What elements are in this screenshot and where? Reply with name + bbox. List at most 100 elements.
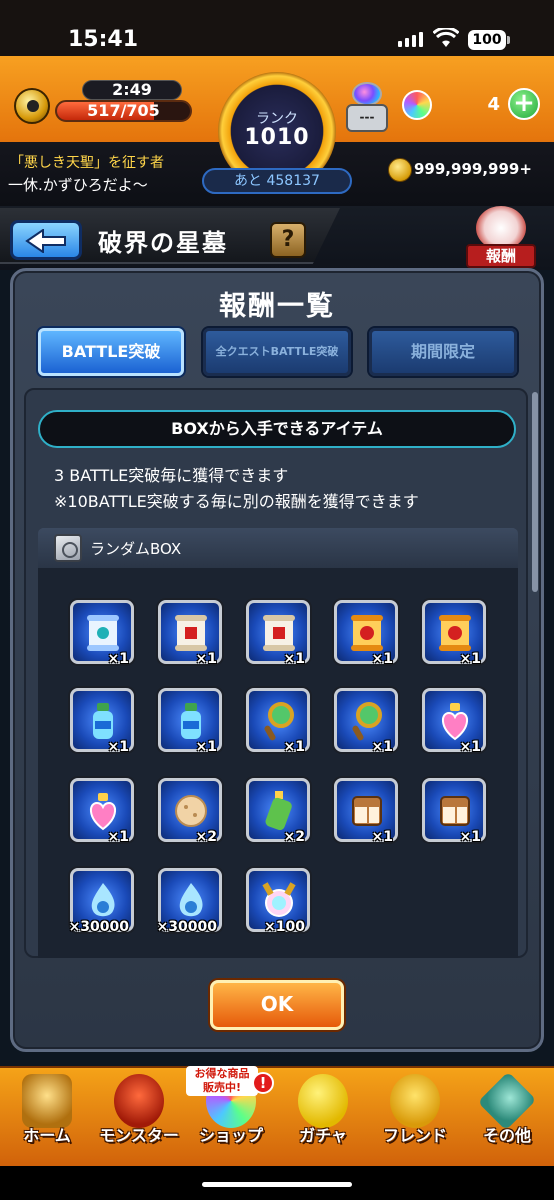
safe-box-icon [54, 534, 82, 562]
random-box-name: ランダムBOX [90, 540, 182, 558]
item-quantity: ×2 [283, 829, 305, 845]
orb-icon [402, 90, 432, 120]
nav-gacha-egg[interactable]: ガチャ [278, 1068, 368, 1162]
nav-label: ガチャ [299, 1126, 347, 1145]
nav-other[interactable]: その他 [462, 1068, 552, 1162]
item-quantity: ×1 [195, 739, 217, 755]
back-arrow-icon [25, 229, 66, 253]
potion-bottle-icon [93, 703, 113, 739]
ok-button[interactable]: OK [210, 980, 344, 1030]
tab-limited-time[interactable]: 期間限定 [369, 328, 517, 376]
nav-label: フレンド [382, 1126, 447, 1145]
item-quantity: ×1 [459, 739, 481, 755]
reward-item[interactable]: ×1 [246, 688, 310, 755]
home-indicator [0, 1166, 554, 1200]
reward-badge-label: 報酬 [466, 244, 536, 268]
stamina-value: 517/705 [87, 101, 160, 120]
dice-icon [440, 796, 470, 826]
potion-bottle-icon [181, 703, 201, 739]
reward-item[interactable]: ×1 [422, 600, 486, 667]
monster-icon [114, 1074, 164, 1128]
heart-potion-icon [90, 793, 116, 831]
back-button[interactable] [10, 220, 82, 260]
reward-description: 3 BATTLE突破毎に獲得できます [54, 466, 289, 485]
reward-item[interactable]: ×1 [158, 688, 222, 755]
reward-item[interactable]: ×1 [246, 600, 310, 667]
scroll-blue-icon [87, 615, 119, 651]
item-quantity: ×1 [107, 651, 129, 667]
home-icon [22, 1074, 72, 1128]
nav-friend[interactable]: フレンド [370, 1068, 460, 1162]
reward-item[interactable]: ×1 [422, 778, 486, 845]
stamina-bar[interactable]: 517/705 [55, 100, 192, 122]
scrollbar[interactable] [532, 392, 538, 592]
reward-item[interactable]: ×2 [246, 778, 310, 845]
heart-potion-icon [442, 703, 468, 741]
rank-value: 1010 [244, 125, 310, 150]
status-bar: 15:41 100 [0, 0, 554, 56]
reward-item[interactable]: ×1 [70, 688, 134, 755]
scroll-gold-icon [351, 615, 383, 651]
magnifier-icon [264, 702, 294, 741]
reward-item[interactable]: ×30000 [68, 868, 134, 935]
reward-item[interactable]: ×1 [158, 600, 222, 667]
alert-icon: ! [252, 1072, 274, 1094]
stamina-timer: 2:49 [82, 80, 182, 100]
nav-monster[interactable]: モンスター [94, 1068, 184, 1162]
coin-count: 999,999,999+ [414, 160, 532, 178]
gacha-egg-icon [298, 1074, 348, 1128]
item-quantity: ×1 [195, 651, 217, 667]
reward-item[interactable]: ×1 [70, 600, 134, 667]
reward-item[interactable]: ×1 [422, 688, 486, 755]
reward-item[interactable]: ×1 [334, 688, 398, 755]
reward-item[interactable]: ×1 [70, 778, 134, 845]
reward-list-button[interactable]: 報酬 [466, 206, 536, 268]
scroll-gold-icon [439, 615, 471, 651]
item-quantity: ×30000 [68, 919, 129, 935]
nav-label: その他 [482, 1126, 531, 1145]
item-quantity: ×1 [371, 651, 393, 667]
item-quantity: ×1 [107, 829, 129, 845]
reward-item[interactable]: ×1 [334, 600, 398, 667]
stamina-icon [14, 88, 50, 124]
nav-label: ホーム [23, 1126, 71, 1145]
section-heading: BOXから入手できるアイテム [38, 410, 516, 448]
item-quantity: ×100 [264, 919, 305, 935]
clock: 15:41 [68, 27, 139, 52]
item-quantity: ×2 [195, 829, 217, 845]
magnifier-icon [352, 702, 382, 741]
wifi-icon [433, 28, 459, 47]
rank-next-exp: あと 458137 [202, 168, 352, 194]
reward-item[interactable]: ×1 [334, 778, 398, 845]
scroll-red-icon [175, 615, 207, 651]
quest-name: 破界の星墓 [98, 229, 228, 257]
item-quantity: ×1 [459, 829, 481, 845]
cookie-icon [175, 795, 207, 827]
tab-battle-clear[interactable]: BATTLE突破 [38, 328, 184, 376]
luck-gem-icon [352, 82, 382, 106]
nav-label: モンスター [99, 1126, 179, 1145]
item-quantity: ×1 [459, 651, 481, 667]
help-button[interactable]: ? [270, 222, 306, 258]
reward-item[interactable]: ×2 [158, 778, 222, 845]
reward-item[interactable]: ×30000 [156, 868, 222, 935]
item-quantity: ×1 [107, 739, 129, 755]
luck-box[interactable]: --- [346, 82, 388, 132]
item-quantity: ×1 [283, 651, 305, 667]
player-name: 一休.かずひろだよ～ [8, 176, 148, 194]
item-quantity: ×30000 [156, 919, 217, 935]
item-quantity: ×1 [283, 739, 305, 755]
tab-all-quest-battle[interactable]: 全クエストBATTLE突破 [203, 328, 351, 376]
reward-item[interactable]: ×100 [246, 868, 310, 935]
rainbow-orb-icon [262, 882, 296, 917]
green-bottle-icon [265, 791, 292, 831]
nav-home[interactable]: ホーム [2, 1068, 92, 1162]
sale-badge: お得な商品 販売中! [186, 1066, 258, 1096]
blue-flame-icon [91, 883, 115, 917]
dice-icon [352, 796, 382, 826]
add-orb-button[interactable]: + [508, 88, 540, 120]
player-title: 「悪しき天聖」を征す者 [10, 155, 164, 171]
sale-badge-text: お得な商品 販売中! [194, 1067, 250, 1094]
cellular-signal-icon [398, 32, 423, 47]
reward-note: ※10BATTLE突破する毎に別の報酬を獲得できます [54, 492, 419, 511]
